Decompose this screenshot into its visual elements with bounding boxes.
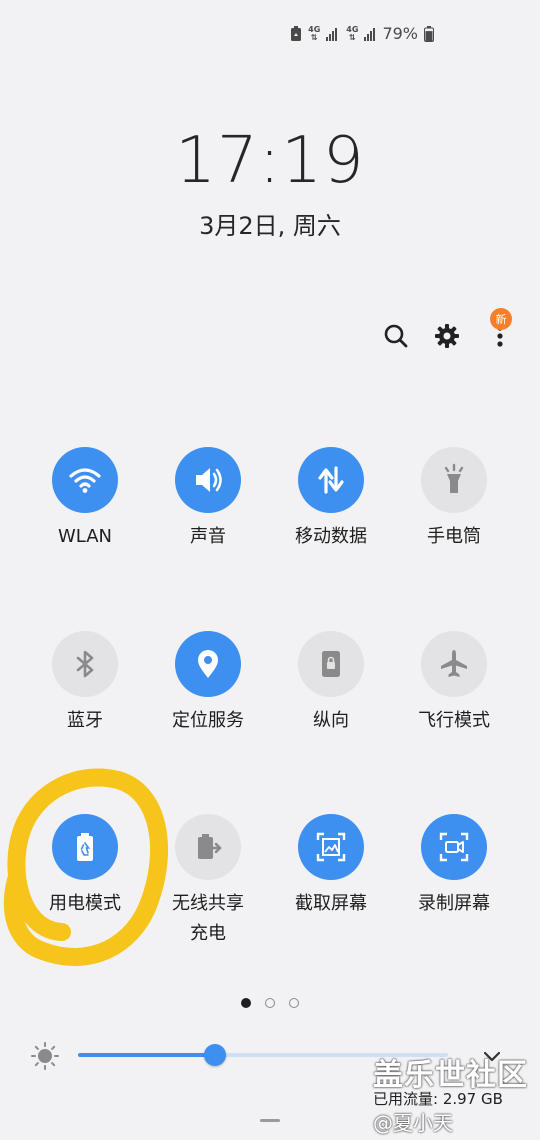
tile-label: 录制屏幕 [418, 893, 490, 914]
tile-sound-button[interactable] [175, 447, 241, 513]
watermark: 盖乐世社区 已用流量: 2.97 GB @夏小天 [373, 1050, 528, 1136]
tile-wlan[interactable]: WLAN [23, 447, 147, 552]
tile-label: 移动数据 [295, 526, 367, 547]
tile-label: 截取屏幕 [295, 893, 367, 914]
tile-mobile-data-button[interactable] [298, 447, 364, 513]
tile-screen-record-button[interactable] [421, 814, 487, 880]
quick-settings-grid: WLAN 声音 移动数据 手电筒 蓝牙 定位服务 纵向 飞行模式 用电模式 无线… [0, 0, 540, 1140]
tile-flashlight-button[interactable] [421, 447, 487, 513]
tile-location-button[interactable] [175, 631, 241, 697]
flashlight-icon [444, 463, 464, 493]
wifi-icon [69, 468, 101, 493]
tile-wireless-powershare[interactable]: 无线共享 充电 [146, 814, 270, 949]
tile-bluetooth[interactable]: 蓝牙 [23, 631, 147, 736]
tile-wlan-button[interactable] [52, 447, 118, 513]
tile-screenshot[interactable]: 截取屏幕 [269, 814, 393, 919]
tile-label: 无线共享 充电 [172, 893, 244, 944]
tile-sound[interactable]: 声音 [146, 447, 270, 552]
tile-screen-record[interactable]: 录制屏幕 [392, 814, 516, 919]
tile-bluetooth-button[interactable] [52, 631, 118, 697]
wireless-powershare-icon [198, 834, 222, 859]
tile-label: 飞行模式 [418, 710, 490, 731]
tile-label: 蓝牙 [67, 710, 103, 731]
tile-label: 定位服务 [172, 710, 244, 731]
bluetooth-icon [76, 650, 94, 678]
page-dot-1[interactable] [241, 998, 251, 1008]
tile-airplane[interactable]: 飞行模式 [392, 631, 516, 736]
screen-record-icon [439, 832, 469, 862]
tile-location[interactable]: 定位服务 [146, 631, 270, 736]
battery-saver-icon [77, 833, 93, 861]
panel-drag-handle[interactable] [260, 1119, 280, 1122]
tile-label: 纵向 [313, 710, 349, 731]
watermark-user: @夏小天 [373, 1111, 453, 1135]
page-dot-2[interactable] [265, 998, 275, 1008]
tile-airplane-button[interactable] [421, 631, 487, 697]
volume-icon [196, 468, 222, 492]
tile-label: 声音 [190, 526, 226, 547]
tile-portrait[interactable]: 纵向 [269, 631, 393, 736]
page-dot-3[interactable] [289, 998, 299, 1008]
tile-label: WLAN [57, 526, 113, 547]
brightness-slider-thumb[interactable] [203, 1044, 226, 1066]
tile-wireless-powershare-button[interactable] [175, 814, 241, 880]
tile-portrait-button[interactable] [298, 631, 364, 697]
tile-label: 手电筒 [427, 526, 481, 547]
sun-icon [30, 1041, 60, 1075]
tile-flashlight[interactable]: 手电筒 [392, 447, 516, 552]
tile-screenshot-button[interactable] [298, 814, 364, 880]
tile-label: 用电模式 [49, 893, 121, 914]
brightness-slider-fill [78, 1053, 215, 1057]
page-indicator [0, 998, 540, 1008]
location-icon [198, 650, 218, 678]
portrait-lock-icon [322, 651, 340, 677]
screenshot-icon [316, 832, 346, 862]
tile-mobile-data[interactable]: 移动数据 [269, 447, 393, 552]
tile-power-mode[interactable]: 用电模式 [23, 814, 147, 919]
airplane-icon [441, 650, 467, 677]
mobile-data-icon [318, 466, 344, 494]
tile-power-mode-button[interactable] [52, 814, 118, 880]
